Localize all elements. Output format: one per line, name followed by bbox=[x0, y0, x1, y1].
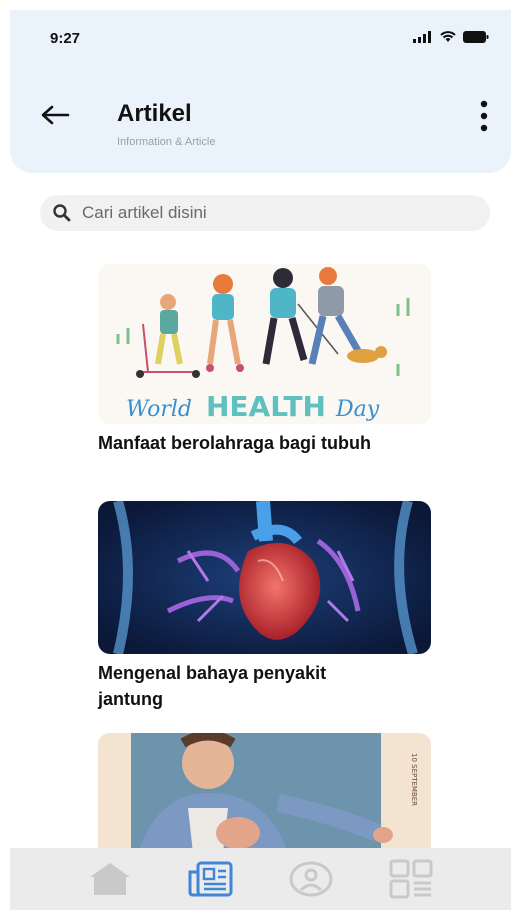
article-card[interactable]: World HEALTH Day Manfaat berolahraga bag… bbox=[98, 264, 431, 456]
article-image: 10 SEPTEMBER bbox=[98, 733, 431, 853]
svg-text:Day: Day bbox=[335, 397, 380, 422]
nav-menu[interactable] bbox=[383, 854, 439, 904]
more-vertical-icon bbox=[480, 100, 488, 132]
svg-text:World: World bbox=[126, 397, 192, 422]
nav-home[interactable] bbox=[82, 854, 138, 904]
search-icon bbox=[53, 204, 71, 222]
home-icon bbox=[90, 863, 131, 895]
article-card[interactable]: 10 SEPTEMBER bbox=[98, 733, 431, 853]
article-title: Mengenal bahaya penyakit jantung bbox=[98, 663, 327, 709]
article-card[interactable]: Mengenal bahaya penyakit jantung bbox=[98, 501, 431, 712]
article-icon bbox=[188, 861, 233, 897]
arrow-left-icon bbox=[41, 105, 70, 125]
status-bar: 9:27 bbox=[0, 0, 511, 60]
status-time: 9:27 bbox=[50, 30, 81, 47]
grid-icon bbox=[389, 859, 433, 899]
wifi-icon bbox=[440, 31, 456, 42]
search-bar[interactable] bbox=[40, 195, 490, 231]
page-title: Artikel bbox=[117, 100, 192, 127]
heart-illustration bbox=[98, 501, 431, 654]
article-title: Manfaat berolahraga bagi tubuh bbox=[98, 433, 372, 453]
search-input[interactable] bbox=[82, 203, 462, 223]
signal-icon bbox=[413, 30, 431, 43]
chest-pain-photo: 10 SEPTEMBER bbox=[98, 733, 431, 853]
bottom-navigation bbox=[10, 848, 511, 910]
side-text: 10 SEPTEMBER bbox=[410, 753, 418, 806]
more-options-button[interactable] bbox=[472, 96, 496, 136]
svg-text:HEALTH: HEALTH bbox=[206, 390, 326, 423]
article-image bbox=[98, 501, 431, 654]
nav-profile[interactable] bbox=[283, 854, 339, 904]
back-button[interactable] bbox=[38, 100, 72, 130]
battery-icon bbox=[463, 30, 489, 43]
article-image: World HEALTH Day bbox=[98, 264, 431, 424]
profile-icon bbox=[289, 861, 333, 897]
exercise-illustration: World HEALTH Day bbox=[98, 264, 431, 424]
status-icons bbox=[413, 30, 489, 43]
page-subtitle: Information & Article bbox=[117, 136, 216, 148]
nav-articles[interactable] bbox=[182, 854, 238, 904]
